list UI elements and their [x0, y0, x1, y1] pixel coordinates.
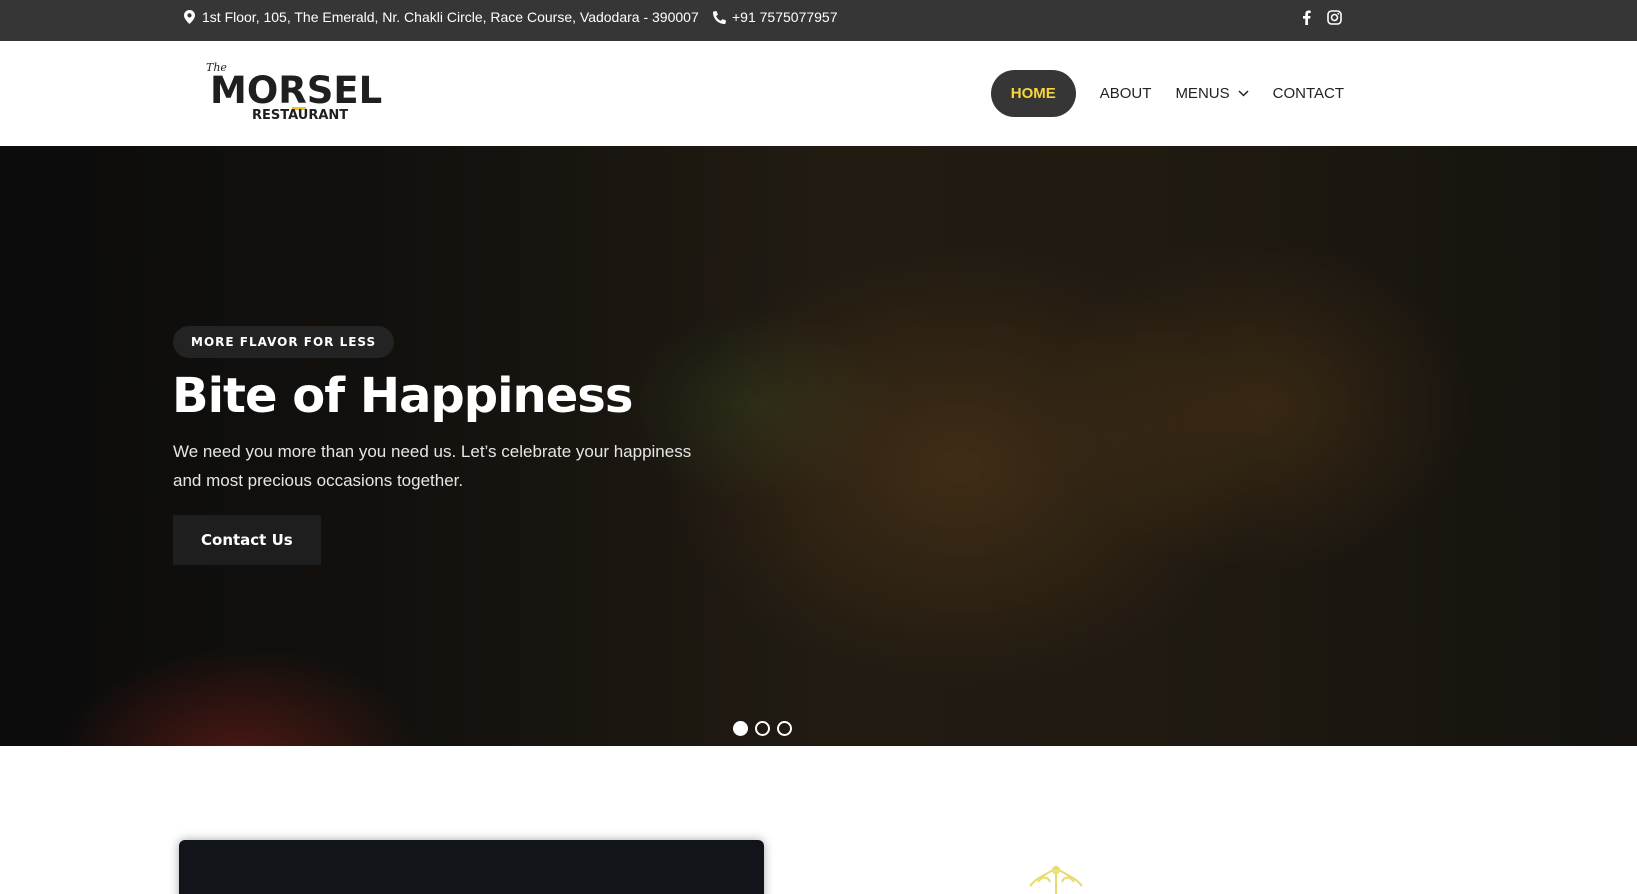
contact-us-button[interactable]: Contact Us	[173, 515, 321, 565]
video-card[interactable]	[179, 840, 764, 894]
top-bar: 1st Floor, 105, The Emerald, Nr. Chakli …	[0, 0, 1637, 41]
logo[interactable]: The MORSEL RESTAURANT	[204, 61, 382, 127]
slider-dots	[733, 721, 792, 736]
ornament-icon	[1018, 864, 1094, 894]
nav-about-label: ABOUT	[1099, 85, 1152, 102]
social-links	[1298, 0, 1342, 34]
address: 1st Floor, 105, The Emerald, Nr. Chakli …	[182, 0, 699, 34]
phone-icon	[712, 9, 726, 25]
hero-title: Bite of Happiness	[172, 368, 633, 424]
nav-menus[interactable]: MENUS	[1175, 70, 1249, 117]
map-pin-icon	[182, 9, 196, 25]
slider-dot-1[interactable]	[733, 721, 748, 736]
phone-text: +91 7575077957	[732, 9, 838, 25]
nav-home[interactable]: HOME	[990, 70, 1076, 117]
nav-contact[interactable]: CONTACT	[1273, 70, 1344, 117]
main-nav: HOME ABOUT MENUS CONTACT	[990, 70, 1344, 117]
nav-menus-label: MENUS	[1175, 85, 1230, 102]
address-text: 1st Floor, 105, The Emerald, Nr. Chakli …	[202, 9, 699, 25]
nav-home-label: HOME	[1010, 85, 1056, 102]
slider-dot-2[interactable]	[755, 721, 770, 736]
slider-dot-3[interactable]	[777, 721, 792, 736]
facebook-icon[interactable]	[1298, 9, 1314, 25]
instagram-icon[interactable]	[1326, 9, 1342, 25]
chevron-down-icon	[1238, 90, 1249, 97]
hero-badge: MORE FLAVOR FOR LESS	[173, 326, 395, 358]
phone[interactable]: +91 7575077957	[712, 0, 838, 34]
logo-brand: MORSEL	[210, 69, 383, 112]
logo-sub: RESTAURANT	[252, 108, 349, 123]
nav-about[interactable]: ABOUT	[1100, 70, 1152, 117]
nav-contact-label: CONTACT	[1272, 85, 1344, 102]
hero-slider: MORE FLAVOR FOR LESS Bite of Happiness W…	[0, 146, 1637, 746]
site-header: The MORSEL RESTAURANT HOME ABOUT MENUS C…	[0, 41, 1637, 146]
hero-text: We need you more than you need us. Let’s…	[173, 442, 692, 490]
